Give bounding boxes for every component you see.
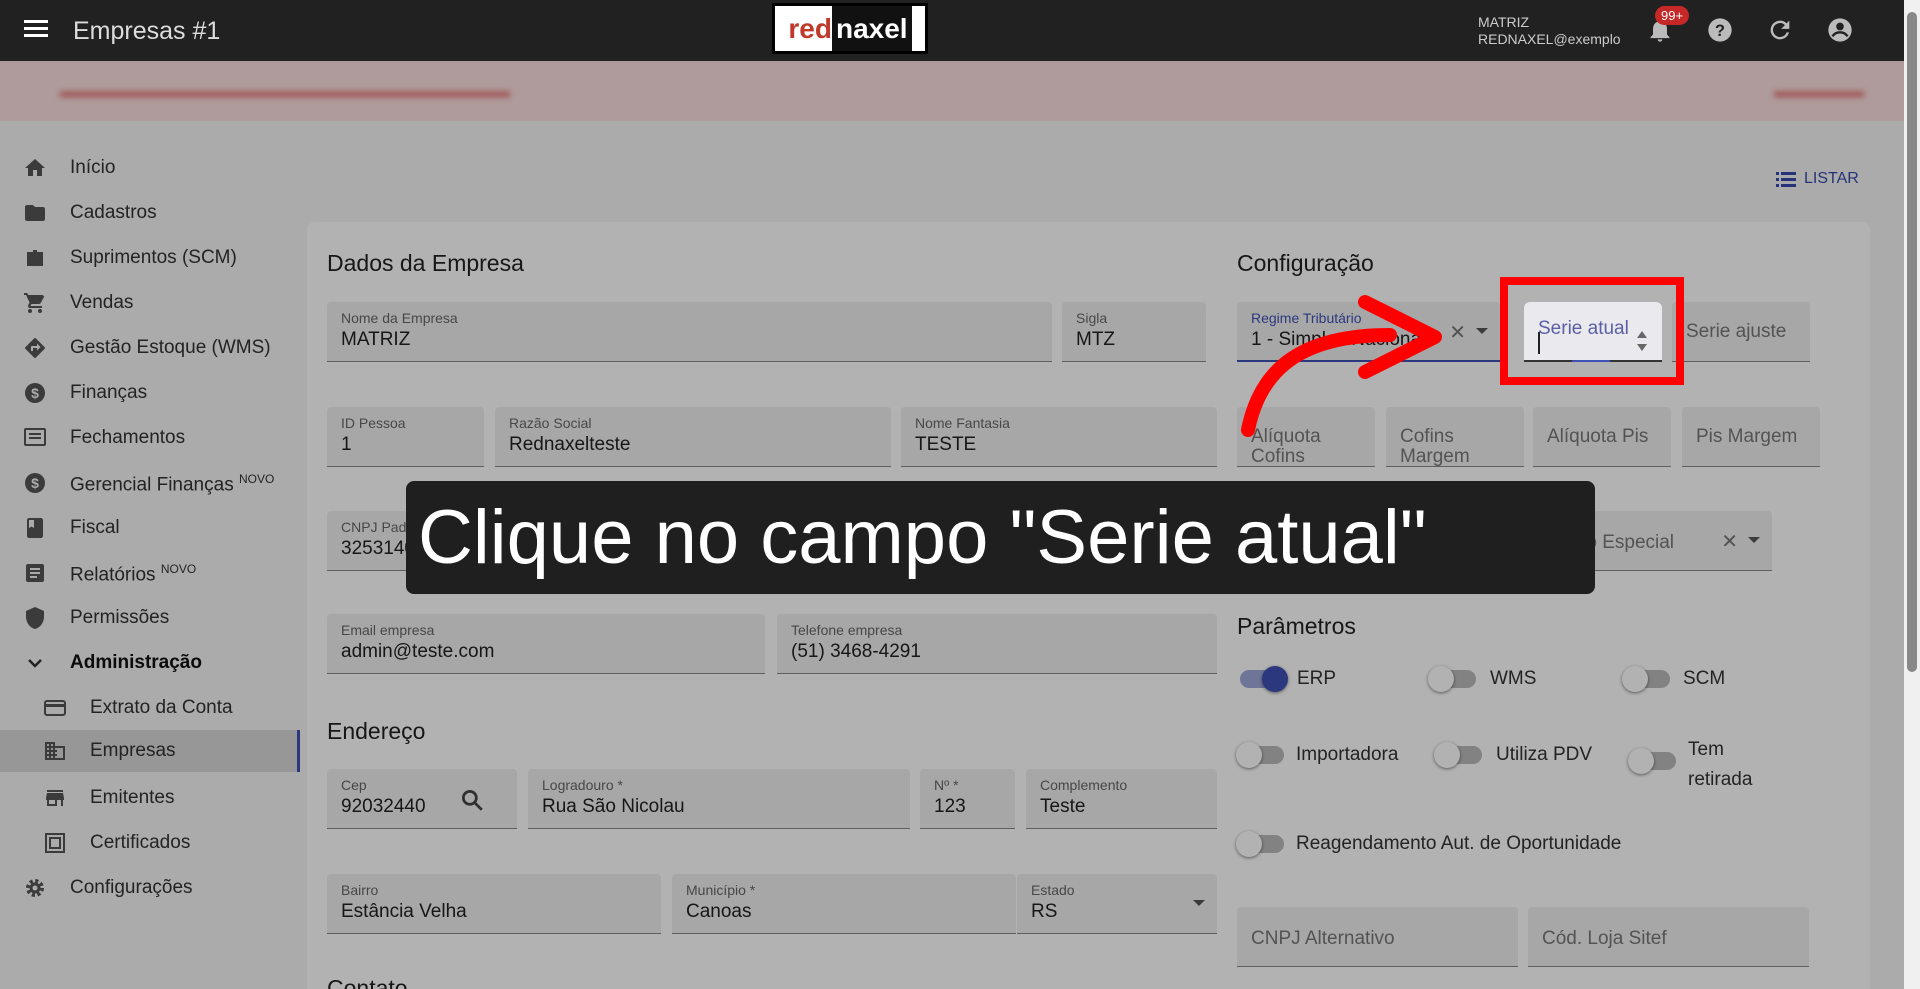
user-info: MATRIZ REDNAXEL@exemplo [1478, 14, 1621, 47]
menu-icon[interactable] [20, 16, 52, 44]
refresh-icon[interactable] [1766, 16, 1794, 44]
account-icon[interactable] [1826, 16, 1854, 44]
help-icon[interactable]: ? [1706, 16, 1734, 44]
pointer-arrow-icon [1241, 295, 1442, 437]
scrollbar[interactable] [1904, 0, 1920, 989]
top-bar: Empresas #1 red naxel MATRIZ REDNAXEL@exe… [0, 0, 1904, 61]
svg-text:?: ? [1715, 22, 1725, 40]
logo: red naxel [772, 3, 928, 54]
page-title: Empresas #1 [73, 17, 221, 45]
instruction-tooltip: Clique no campo "Serie atual" [406, 481, 1595, 594]
scrollbar-thumb[interactable] [1907, 12, 1917, 672]
notification-badge: 99+ [1655, 6, 1690, 25]
highlight-box [1500, 277, 1684, 385]
